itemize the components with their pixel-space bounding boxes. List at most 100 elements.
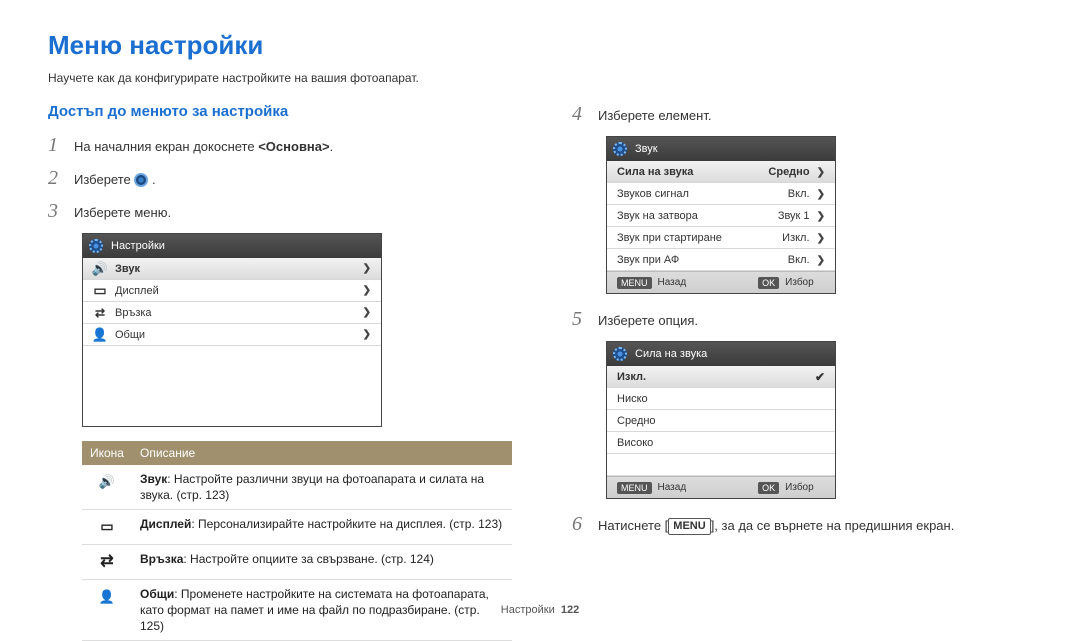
footer-select[interactable]: Избор	[785, 482, 814, 493]
table-header-desc: Описание	[132, 441, 512, 465]
step-text: Изберете меню.	[74, 204, 171, 222]
footer-select[interactable]: Избор	[785, 277, 814, 288]
footer-back[interactable]: Назад	[658, 482, 687, 493]
step-number: 1	[48, 134, 64, 157]
gear-icon	[89, 239, 103, 253]
menu-rows: Изкл. Ниско Средно Високо	[607, 366, 835, 454]
row-value: Вкл.	[788, 188, 810, 200]
chevron-right-icon: ❯	[817, 211, 825, 222]
table-row: Звук: Настройте различни звуци на фотоап…	[82, 465, 512, 510]
desc-text: : Персонализирайте настройките на диспле…	[191, 517, 502, 531]
volume-option-high[interactable]: Високо	[607, 432, 835, 454]
sound-row-shutter[interactable]: Звук на затвора Звук 1 ❯	[607, 205, 835, 227]
volume-option-low[interactable]: Ниско	[607, 388, 835, 410]
step-number: 4	[572, 103, 588, 126]
menu-item-connection[interactable]: Връзка ❯	[83, 302, 381, 324]
menu-header: Сила на звука	[607, 342, 835, 366]
page-footer: Настройки 122	[0, 604, 1080, 616]
settings-menu-screenshot: Настройки Звук ❯ Дисплей ❯ Връзка ❯	[82, 233, 382, 427]
step-number: 2	[48, 167, 64, 190]
menu-item-label: Звук	[115, 263, 140, 275]
chevron-right-icon: ❯	[363, 285, 371, 296]
menu-tag: MENU	[617, 482, 652, 494]
sound-row-startup[interactable]: Звук при стартиране Изкл. ❯	[607, 227, 835, 249]
chevron-right-icon: ❯	[817, 167, 825, 178]
row-label: Звук при АФ	[617, 254, 679, 266]
step-text: Изберете елемент.	[598, 107, 711, 125]
option-label: Високо	[617, 437, 653, 449]
step-text-part: Натиснете [	[598, 518, 668, 533]
table-header-icon: Икона	[82, 441, 132, 465]
step-number: 3	[48, 200, 64, 223]
menu-title: Звук	[635, 143, 658, 155]
gear-icon	[134, 173, 148, 187]
chevron-right-icon: ❯	[817, 233, 825, 244]
left-column: Достъп до менюто за настройка 1 На начал…	[48, 103, 512, 641]
menu-item-general[interactable]: Общи ❯	[83, 324, 381, 346]
display-icon	[100, 518, 113, 535]
desc-bold: Звук	[140, 472, 167, 486]
step-bold: <Основна>	[258, 139, 329, 154]
row-value: Вкл.	[788, 254, 810, 266]
volume-menu-screenshot: Сила на звука Изкл. Ниско Средно Високо …	[606, 341, 836, 499]
speaker-icon	[99, 473, 115, 490]
person-icon	[99, 588, 115, 605]
person-icon	[93, 327, 107, 343]
menu-blank-row	[607, 454, 835, 476]
row-label: Звуков сигнал	[617, 188, 689, 200]
volume-option-off[interactable]: Изкл.	[607, 366, 835, 388]
step-text-part: .	[330, 139, 334, 154]
sound-row-beep[interactable]: Звуков сигнал Вкл. ❯	[607, 183, 835, 205]
ok-tag: OK	[758, 482, 779, 494]
menu-item-label: Дисплей	[115, 285, 159, 297]
chevron-right-icon: ❯	[817, 189, 825, 200]
sound-menu-screenshot: Звук Сила на звукаСредно ❯ Звуков сигнал…	[606, 136, 836, 294]
menu-tag: MENU	[617, 277, 652, 289]
chevron-right-icon: ❯	[363, 307, 371, 318]
option-label: Ниско	[617, 393, 648, 405]
menu-item-display[interactable]: Дисплей ❯	[83, 280, 381, 302]
menu-footer: MENU Назад OK Избор	[607, 271, 835, 293]
right-column: 4 Изберете елемент. Звук Сила на звукаСр…	[572, 103, 1032, 641]
gear-icon	[613, 347, 627, 361]
row-label: Звук при стартиране	[617, 232, 722, 244]
step-3: 3 Изберете меню.	[48, 200, 512, 223]
desc-bold: Общи	[140, 587, 174, 601]
row-label: Сила на звука	[617, 166, 693, 178]
row-value: Звук 1	[778, 210, 810, 222]
desc-text: : Настройте опциите за свързване. (стр. …	[183, 552, 434, 566]
menu-header: Звук	[607, 137, 835, 161]
row-value: Изкл.	[782, 232, 809, 244]
sound-row-volume[interactable]: Сила на звукаСредно ❯	[607, 161, 835, 183]
menu-blank-area	[83, 346, 381, 426]
desc-bold: Връзка	[140, 552, 183, 566]
step-text: На началния екран докоснете <Основна>.	[74, 138, 333, 156]
menu-item-sound[interactable]: Звук ❯	[83, 258, 381, 280]
option-label: Средно	[617, 415, 656, 427]
footer-page-number: 122	[561, 604, 579, 616]
display-icon	[93, 282, 107, 299]
menu-rows: Звук ❯ Дисплей ❯ Връзка ❯ Общи ❯	[83, 258, 381, 346]
sound-row-af[interactable]: Звук при АФ Вкл. ❯	[607, 249, 835, 271]
speaker-icon	[93, 261, 107, 277]
menu-item-label: Връзка	[115, 307, 152, 319]
menu-title: Настройки	[111, 240, 165, 252]
page-title: Меню настройки	[48, 30, 1032, 61]
step-text: Натиснете [MENU], за да се върнете на пр…	[598, 517, 954, 535]
volume-option-medium[interactable]: Средно	[607, 410, 835, 432]
footer-back[interactable]: Назад	[658, 277, 687, 288]
gear-icon	[613, 142, 627, 156]
chevron-right-icon: ❯	[817, 255, 825, 266]
row-label: Звук на затвора	[617, 210, 698, 222]
menu-item-label: Общи	[115, 329, 145, 341]
footer-section: Настройки	[501, 604, 555, 616]
step-5: 5 Изберете опция.	[572, 308, 1032, 331]
check-icon	[815, 370, 825, 384]
ok-tag: OK	[758, 277, 779, 289]
menu-title: Сила на звука	[635, 348, 707, 360]
step-text: Изберете опция.	[598, 312, 698, 330]
connect-icon	[100, 553, 113, 570]
option-label: Изкл.	[617, 371, 646, 383]
intro-text: Научете как да конфигурирате настройките…	[48, 71, 1032, 85]
step-text-part: Изберете	[74, 172, 134, 187]
